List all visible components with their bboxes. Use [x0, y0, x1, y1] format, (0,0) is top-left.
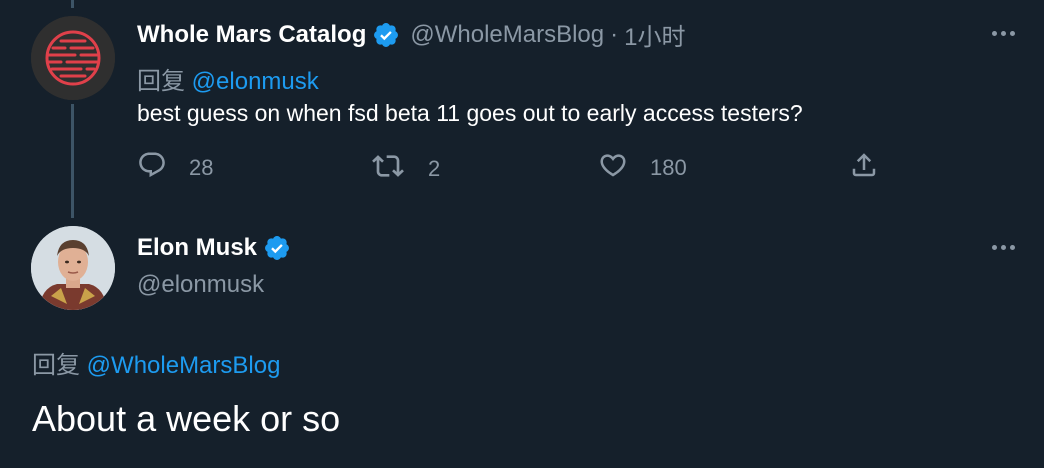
retweet-icon [372, 150, 404, 187]
thread-connector-top [71, 0, 74, 8]
tweet2-handle[interactable]: @elonmusk [137, 271, 264, 299]
like-count: 180 [650, 154, 687, 180]
reply-button[interactable]: 28 [137, 150, 213, 185]
tweet2-text: About a week or so [32, 398, 341, 439]
verified-badge-icon [372, 21, 400, 49]
like-button[interactable]: 180 [598, 150, 687, 185]
more-options-icon[interactable] [992, 31, 1015, 36]
conversation-thread: Whole Mars Catalog @WholeMarsBlog · 1小时 … [0, 0, 1044, 468]
tweet2-header: Elon Musk [137, 234, 291, 262]
share-button[interactable] [849, 150, 879, 185]
separator-dot: · [610, 20, 619, 48]
like-icon [598, 150, 628, 185]
tweet2-replying-to: 回复 @WholeMarsBlog [32, 345, 280, 380]
thread-connector [71, 104, 74, 218]
retweet-button[interactable]: 2 [372, 150, 440, 187]
tweet1-header: Whole Mars Catalog @WholeMarsBlog · 1小时 [137, 17, 685, 52]
avatar-elon-musk[interactable] [31, 226, 115, 310]
reply-count: 28 [189, 154, 214, 180]
verified-badge-icon [263, 234, 291, 262]
tweet2-display-name[interactable]: Elon Musk [137, 234, 257, 262]
reply-mention-link[interactable]: @elonmusk [192, 68, 319, 95]
avatar-whole-mars-catalog[interactable] [31, 16, 115, 100]
more-options-icon[interactable] [992, 245, 1015, 250]
reply-icon [137, 150, 167, 185]
tweet1-handle[interactable]: @WholeMarsBlog [410, 21, 604, 49]
share-icon [849, 150, 879, 185]
reply-prefix: 回复 [32, 352, 80, 379]
retweet-count: 2 [428, 155, 441, 181]
tweet1-display-name[interactable]: Whole Mars Catalog [137, 21, 366, 49]
tweet1-replying-to: 回复 @elonmusk [137, 61, 319, 96]
tweet1-text: best guess on when fsd beta 11 goes out … [137, 100, 803, 126]
reply-mention-link[interactable]: @WholeMarsBlog [87, 352, 281, 379]
tweet1-timestamp[interactable]: 1小时 [624, 17, 685, 52]
reply-prefix: 回复 [137, 68, 185, 95]
